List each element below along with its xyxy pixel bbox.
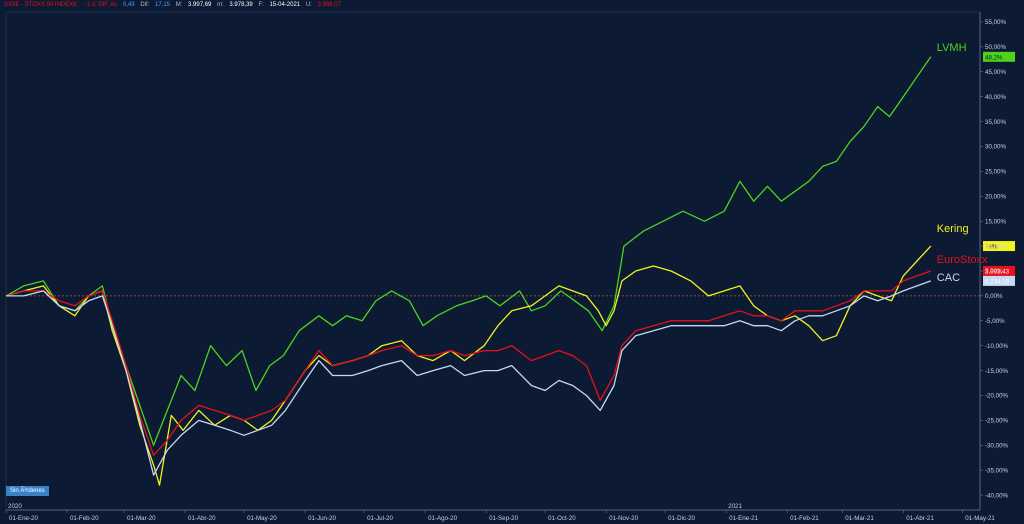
y-tick-label: -30,00% [985,442,1009,449]
y-tick-label: -20,00% [985,393,1009,400]
series-line-cac[interactable] [6,280,932,476]
x-tick-label: 01-Mar-21 [845,515,874,522]
y-tick-label: 55,00% [985,19,1006,26]
x-tick-label: 01-Ene-21 [729,515,758,522]
y-tick-label: -10,00% [985,343,1009,350]
x-tick-label: 01-Ago-20 [428,515,457,522]
x-tick-label: 01-Ene-20 [9,515,38,522]
y-tick-label: 15,00% [985,218,1006,225]
y-tick-label: 20,00% [985,193,1006,200]
x-tick-label: 01-May-21 [965,515,995,522]
last-value-text-cac: 6.234,18 [985,278,1010,285]
orders-badge[interactable]: Sin Ã³rdenes [6,486,49,496]
chart-area[interactable]: LVMH48,2%Kering13%EuroStoxx3.993,43CAC 6.… [0,0,1024,524]
y-tick-label: 35,00% [985,119,1006,126]
x-tick-label: 01-Nov-20 [609,515,638,522]
x-tick-label: 01-Mar-20 [127,515,156,522]
y-tick-label: 50,00% [985,44,1006,51]
series-name-label-kering: Kering [937,223,969,235]
y-tick-label: -25,00% [985,418,1009,425]
x-tick-label: 01-Jun-20 [308,515,336,522]
x-tick-label: 01-Feb-21 [790,515,819,522]
y-tick-label: -5,00% [985,318,1005,325]
y-tick-label: -35,00% [985,467,1009,474]
series-line-lvmh[interactable] [5,56,932,446]
x-tick-label: 01-Abr-21 [906,515,934,522]
x-tick-label: 01-May-20 [247,515,277,522]
y-tick-label: 30,00% [985,144,1006,151]
y-tick-label: -40,00% [985,492,1009,499]
x-tick-label: 01-Jul-20 [367,515,393,522]
y-tick-label: 25,00% [985,169,1006,176]
series-name-label-lvmh: LVMH [937,42,967,54]
y-tick-label: 45,00% [985,69,1006,76]
series-line-kering[interactable] [5,245,932,486]
last-value-text-lvmh: 48,2% [985,54,1003,61]
x-tick-label: 01-Oct-20 [548,515,576,522]
year-label: 2021 [728,503,742,510]
plot-frame [5,11,981,511]
series-name-label-cac: CAC [937,272,960,284]
y-tick-label: 5,00% [985,268,1003,275]
x-tick-label: 01-Feb-20 [70,515,99,522]
x-tick-label: 01-Sep-20 [489,515,518,522]
y-tick-label: -15,00% [985,368,1009,375]
x-tick-label: 01-Abr-20 [188,515,216,522]
series-line-eurostoxx[interactable] [5,270,932,456]
y-tick-label: 0,00% [985,293,1003,300]
x-tick-label: 01-Dic-20 [668,515,695,522]
year-label: 2020 [8,503,22,510]
y-tick-label: 40,00% [985,94,1006,101]
y-tick-label: 10,00% [985,243,1006,250]
series-name-label-eurostoxx: EuroStoxx [937,254,988,266]
